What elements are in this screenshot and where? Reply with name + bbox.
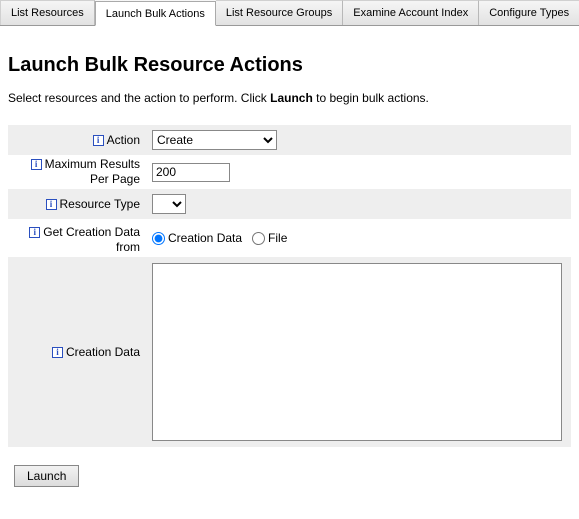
radio-file[interactable]	[252, 232, 265, 245]
tab-list-resource-groups[interactable]: List Resource Groups	[216, 0, 343, 25]
row-max-results: i Maximum Results Per Page	[8, 155, 571, 189]
info-icon[interactable]: i	[52, 347, 63, 358]
label-getfrom-2: from	[116, 240, 140, 255]
tab-examine-account-index[interactable]: Examine Account Index	[343, 0, 479, 25]
radio-file-label: File	[268, 231, 287, 245]
radio-creation-data[interactable]	[152, 232, 165, 245]
intro-text: Select resources and the action to perfo…	[8, 91, 571, 105]
label-resource-type: Resource Type	[60, 197, 141, 212]
launch-button[interactable]: Launch	[14, 465, 79, 487]
resource-type-select[interactable]	[152, 194, 186, 214]
max-results-input[interactable]	[152, 163, 230, 182]
action-select[interactable]: Create	[152, 130, 277, 150]
tab-configure-types[interactable]: Configure Types	[479, 0, 579, 25]
row-resource-type: i Resource Type	[8, 189, 571, 219]
label-action: Action	[107, 133, 140, 148]
tab-launch-bulk-actions[interactable]: Launch Bulk Actions	[95, 1, 216, 26]
radio-creation-data-label: Creation Data	[168, 231, 242, 245]
label-getfrom-1: Get Creation Data	[43, 225, 140, 240]
tab-bar: List Resources Launch Bulk Actions List …	[0, 0, 579, 26]
row-action: i Action Create	[8, 125, 571, 155]
row-creation-data: i Creation Data	[8, 257, 571, 447]
radio-creation-data-wrap[interactable]: Creation Data	[152, 231, 242, 245]
label-max-results-1: Maximum Results	[45, 157, 140, 172]
info-icon[interactable]: i	[29, 227, 40, 238]
row-get-creation-data-from: i Get Creation Data from Creation Data F…	[8, 219, 571, 257]
info-icon[interactable]: i	[31, 159, 42, 170]
label-creation-data: Creation Data	[66, 345, 140, 360]
radio-file-wrap[interactable]: File	[252, 231, 287, 245]
info-icon[interactable]: i	[46, 199, 57, 210]
info-icon[interactable]: i	[93, 135, 104, 146]
tab-list-resources[interactable]: List Resources	[0, 0, 95, 25]
creation-data-textarea[interactable]	[152, 263, 562, 441]
label-max-results-2: Per Page	[90, 172, 140, 187]
page-title: Launch Bulk Resource Actions	[8, 54, 571, 77]
